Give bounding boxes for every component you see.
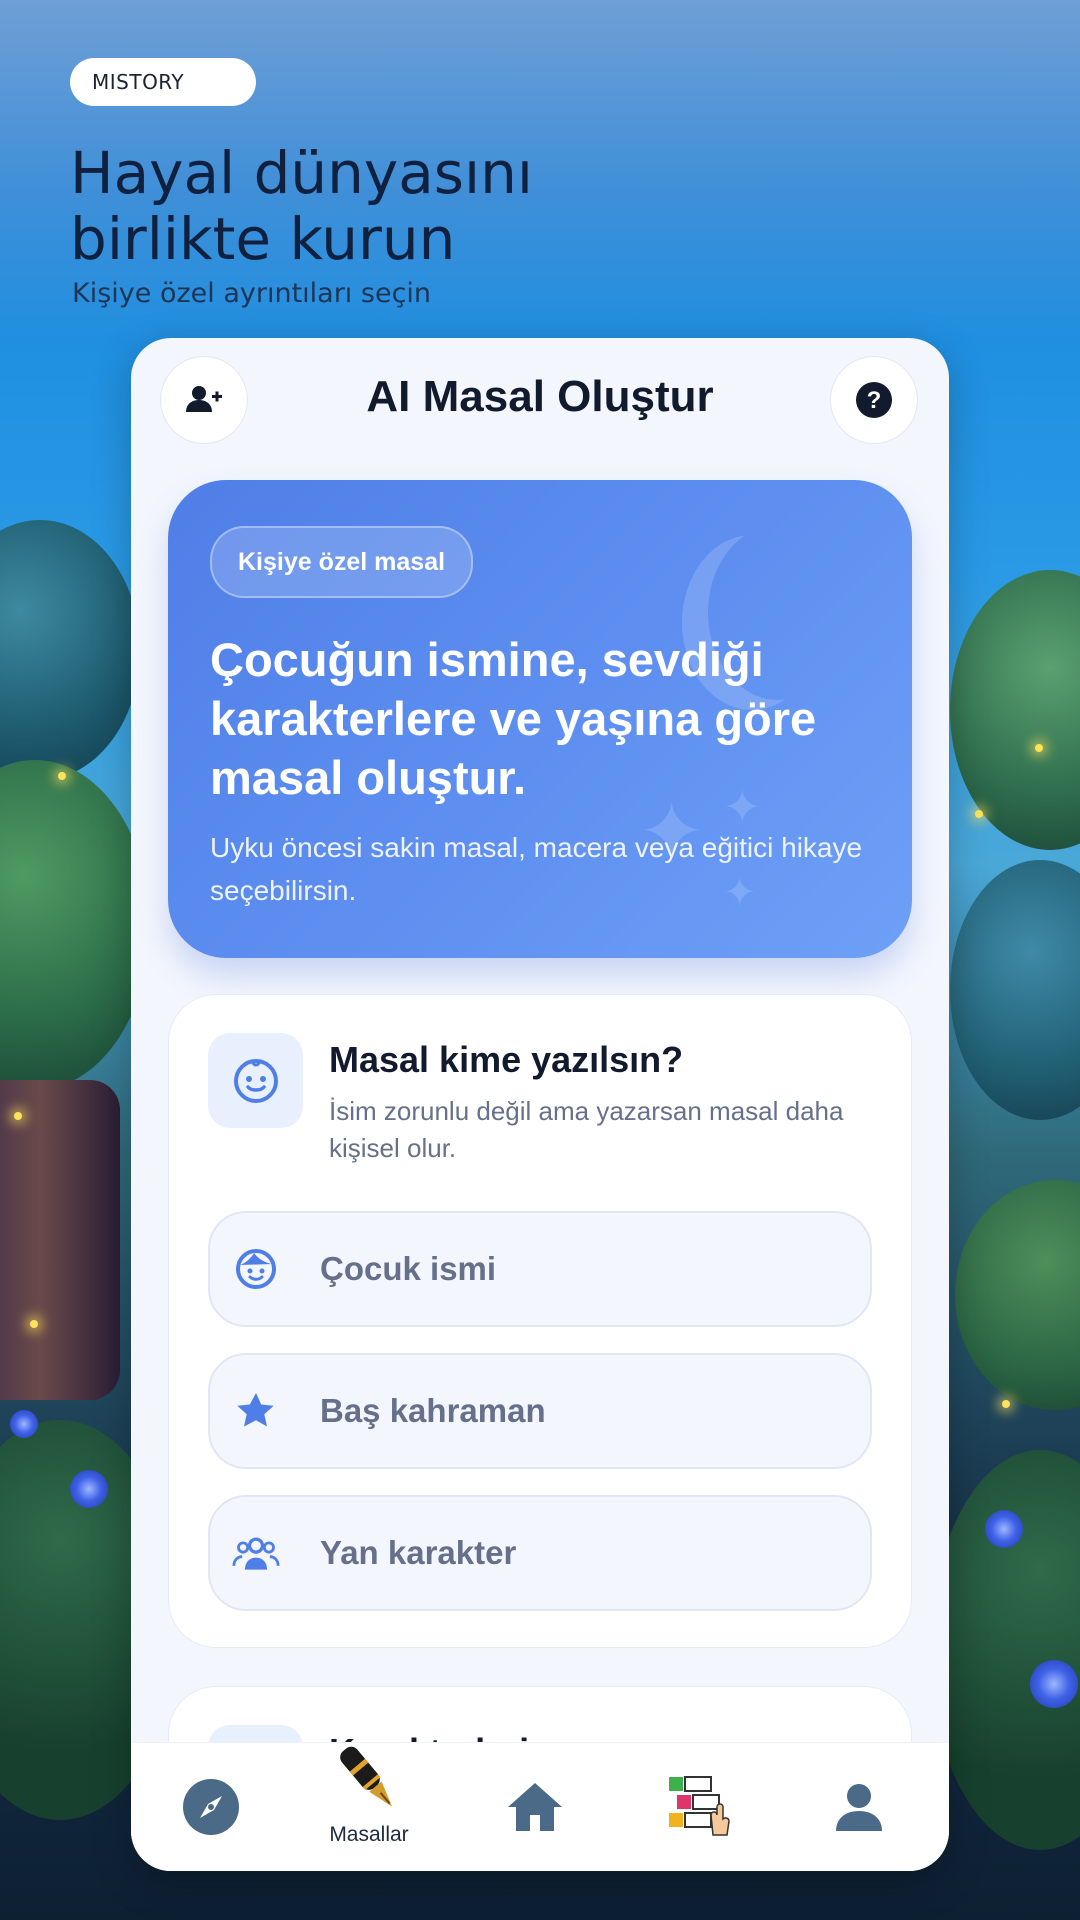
flower	[1030, 1660, 1078, 1708]
help-icon: ?	[856, 382, 892, 418]
group-icon	[232, 1529, 280, 1577]
nav-stories[interactable]: Masallar	[299, 1743, 439, 1871]
child-face-icon	[232, 1245, 280, 1293]
main-hero-input[interactable]	[318, 1391, 842, 1431]
tree-canopy-right	[950, 570, 1080, 850]
firefly	[58, 772, 66, 780]
numbered-list-icon	[669, 1776, 730, 1836]
recipient-form: Masal kime yazılsın? İsim zorunlu değil …	[168, 994, 912, 1648]
hero-title: Hayal dünyasını birlikte kurun	[70, 140, 670, 272]
tree-canopy-left	[0, 520, 140, 780]
child-name-input[interactable]	[318, 1249, 842, 1289]
form-subtitle: İsim zorunlu değil ama yazarsan masal da…	[329, 1096, 844, 1163]
hero-title-line2: birlikte kurun	[70, 205, 456, 273]
help-button[interactable]: ?	[830, 356, 918, 444]
firefly	[1035, 744, 1043, 752]
personalized-story-badge: Kişiye özel masal	[210, 526, 474, 598]
flower	[10, 1410, 38, 1438]
story-creator-card: AI Masal Oluştur ? ✦ ✦ ✦ Kişiye özel mas…	[131, 338, 949, 1871]
nav-home[interactable]	[465, 1743, 605, 1871]
child-name-field[interactable]	[208, 1211, 872, 1327]
bottom-navigation: Masallar	[131, 1742, 949, 1871]
hero-subtitle: Kişiye özel ayrıntıları seçin	[72, 278, 432, 309]
nav-discover[interactable]	[141, 1743, 281, 1871]
child-face-icon-box	[208, 1033, 303, 1128]
smiley-baby-icon	[233, 1058, 278, 1103]
svg-text:?: ?	[867, 387, 882, 414]
banner-description: Uyku öncesi sakin masal, macera veya eği…	[210, 832, 863, 906]
brand-badge: MISTORY	[70, 58, 256, 106]
nav-profile[interactable]	[789, 1743, 929, 1871]
tree-canopy-left-lower	[0, 760, 150, 1090]
firefly	[1002, 1400, 1010, 1408]
home-icon	[508, 1783, 562, 1831]
main-hero-field[interactable]	[208, 1353, 872, 1469]
form-title: Masal kime yazılsın?	[329, 1039, 684, 1080]
firefly	[30, 1320, 38, 1328]
fountain-pen-icon	[340, 1746, 393, 1807]
tree-canopy-right-mid	[950, 860, 1080, 1120]
intro-banner: ✦ ✦ ✦ Kişiye özel masal Çocuğun ismine, …	[168, 480, 912, 958]
side-character-field[interactable]	[208, 1495, 872, 1611]
side-character-input[interactable]	[318, 1533, 842, 1573]
compass-icon	[183, 1779, 239, 1835]
hero-title-line1: Hayal dünyasını	[70, 139, 533, 207]
banner-headline: Çocuğun ismine, sevdiği karakterlere ve …	[210, 633, 817, 804]
firefly	[14, 1112, 22, 1120]
flower	[985, 1510, 1023, 1548]
nav-list[interactable]	[627, 1743, 767, 1871]
firefly	[975, 810, 983, 818]
tree-canopy-right-lower	[955, 1180, 1080, 1410]
tree-trunk-left	[0, 1080, 120, 1400]
nav-stories-label: Masallar	[329, 1823, 409, 1846]
profile-icon	[836, 1784, 882, 1831]
star-icon	[232, 1387, 280, 1435]
card-title: AI Masal Oluştur	[366, 372, 714, 421]
flower	[70, 1470, 108, 1508]
